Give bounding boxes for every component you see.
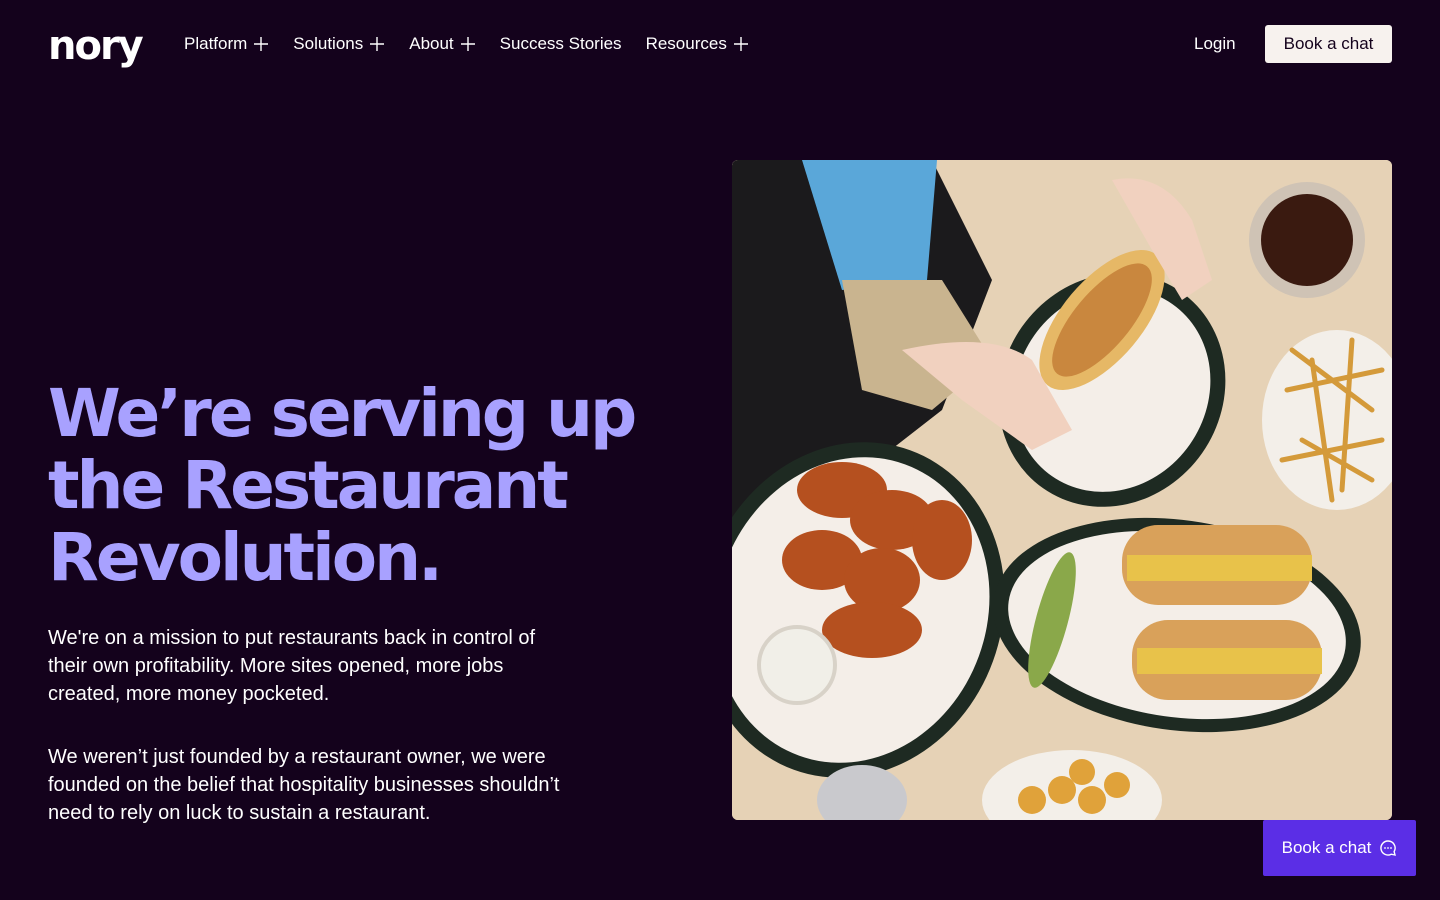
- book-a-chat-button[interactable]: Book a chat: [1265, 25, 1392, 63]
- nav-item-resources[interactable]: Resources: [646, 32, 749, 56]
- plus-icon: [460, 37, 475, 51]
- hero-title-line-3: Revolution.: [48, 519, 443, 596]
- chat-bubble-icon: [1380, 840, 1397, 856]
- hero-paragraph-founding: We weren’t just founded by a restaurant …: [48, 746, 560, 824]
- nav-item-solutions[interactable]: Solutions: [293, 32, 385, 56]
- plus-icon: [733, 37, 748, 51]
- nav-item-about[interactable]: About: [409, 32, 475, 56]
- nav-item-platform[interactable]: Platform: [184, 32, 269, 56]
- hero-paragraph-mission: We're on a mission to put restaurants ba…: [48, 627, 536, 705]
- plus-icon: [370, 37, 385, 51]
- food-photo-illustration: [732, 160, 1392, 820]
- main-nav: Platform Solutions About Success Stories…: [184, 32, 749, 56]
- hero-title: We’re serving up the Restaurant Revoluti…: [48, 378, 708, 594]
- hero-title-line-1: We’re serving up: [48, 375, 637, 452]
- nory-logo[interactable]: nory: [48, 26, 144, 66]
- floating-cta-label: Book a chat: [1281, 838, 1372, 857]
- nav-item-label: Resources: [645, 34, 727, 53]
- plus-icon: [254, 37, 269, 51]
- nav-item-label: Success Stories: [499, 34, 622, 53]
- hero-title-line-2: the Restaurant: [48, 447, 569, 524]
- nav-item-success-stories[interactable]: Success Stories: [500, 32, 622, 56]
- nav-item-label: Platform: [184, 34, 248, 53]
- floating-book-a-chat-button[interactable]: Book a chat: [1263, 820, 1416, 876]
- login-link[interactable]: Login: [1194, 32, 1236, 56]
- site-header: nory Platform Solutions About Success St…: [0, 0, 1440, 88]
- food-photo: [732, 160, 1392, 820]
- nav-item-label: About: [409, 34, 454, 53]
- nav-item-label: Solutions: [293, 34, 364, 53]
